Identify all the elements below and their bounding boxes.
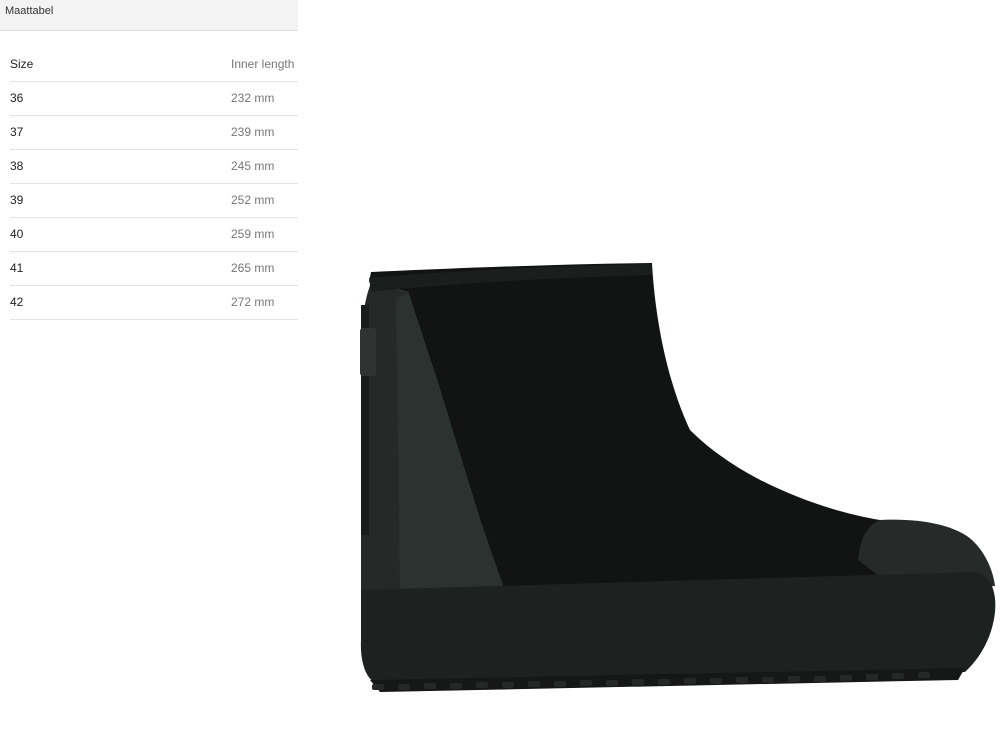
inner-length-cell: 272 mm <box>231 285 298 320</box>
zipper-pull <box>360 328 376 376</box>
inner-length-cell: 265 mm <box>231 251 298 286</box>
inner-length-cell: 252 mm <box>231 183 298 218</box>
table-row: 42 272 mm <box>10 285 298 320</box>
size-chart-table: Size Inner length 36 232 mm 37 239 mm 38… <box>10 47 298 320</box>
inner-length-cell: 239 mm <box>231 115 298 150</box>
inner-length-cell: 259 mm <box>231 217 298 252</box>
table-row: 40 259 mm <box>10 217 298 252</box>
size-chart-panel: Maattabel Size Inner length 36 232 mm 37… <box>0 0 298 320</box>
inner-length-cell: 232 mm <box>231 81 298 116</box>
size-cell: 42 <box>10 285 231 320</box>
table-row: 36 232 mm <box>10 81 298 116</box>
size-cell: 41 <box>10 251 231 286</box>
table-row: 41 265 mm <box>10 251 298 286</box>
inner-length-cell: 245 mm <box>231 149 298 184</box>
table-row: 39 252 mm <box>10 183 298 218</box>
size-cell: 40 <box>10 217 231 252</box>
size-cell: 36 <box>10 81 231 116</box>
boot-sole <box>360 572 996 684</box>
column-header-inner-length: Inner length <box>231 47 298 82</box>
size-cell: 38 <box>10 149 231 184</box>
size-cell: 39 <box>10 183 231 218</box>
product-image <box>340 250 1000 710</box>
table-row: 38 245 mm <box>10 149 298 184</box>
table-row: 37 239 mm <box>10 115 298 150</box>
size-chart-title: Maattabel <box>0 0 298 31</box>
table-header-row: Size Inner length <box>10 47 298 82</box>
boot-image-icon <box>360 263 996 692</box>
column-header-size: Size <box>10 47 231 82</box>
size-cell: 37 <box>10 115 231 150</box>
